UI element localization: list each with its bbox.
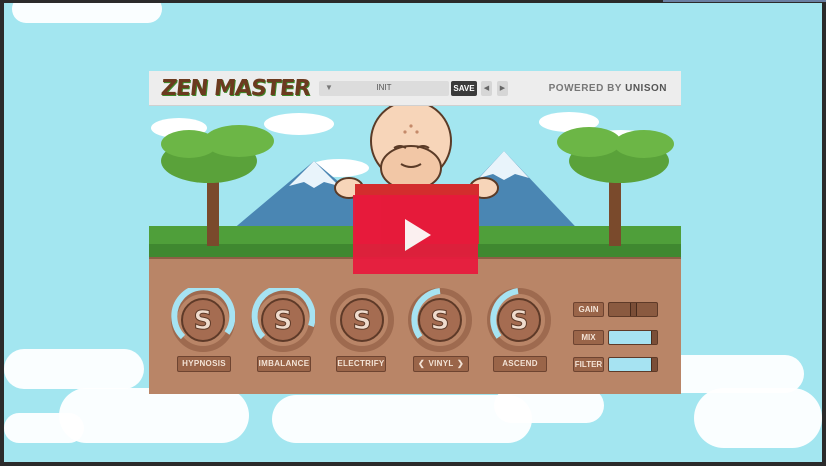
window-corner-bar [663,0,826,2]
knob-label-ascend: ASCEND [493,356,547,372]
brand-name: UNISON [625,83,667,94]
cloud [59,388,249,443]
cloud [4,349,144,389]
filter-slider-handle[interactable] [651,358,657,371]
filter-slider-fill [609,358,653,371]
filter-slider[interactable] [608,357,658,372]
mix-slider[interactable] [608,330,658,345]
plugin-header: ZEN MASTER ▼ INIT SAVE ◀ ▶ POWERED BY UN… [149,71,681,106]
powered-by-text: POWERED BY [548,83,622,94]
play-icon [405,219,431,251]
svg-text:S: S [510,306,529,336]
knob-label-imbalance: IMBALANCE [257,356,311,372]
prev-preset-icon[interactable]: ◀ [481,81,492,96]
cloud [272,395,532,443]
vinyl-selector: ❮ VINYL ❯ [413,356,469,372]
cloud [4,413,84,443]
svg-text:S: S [274,306,293,336]
cloud [12,3,162,23]
vinyl-next-icon[interactable]: ❯ [457,357,464,371]
preset-selector[interactable]: ▼ INIT [319,81,449,96]
cloud [694,388,822,448]
knob-imbalance[interactable]: S [251,284,316,352]
knob-ascend[interactable]: S [487,288,551,352]
vinyl-prev-icon[interactable]: ❮ [418,357,425,371]
svg-text:S: S [431,306,450,336]
preset-name: INIT [376,83,392,92]
knob-electrify[interactable]: S [330,288,394,352]
next-preset-icon[interactable]: ▶ [497,81,508,96]
powered-by: POWERED BY UNISON [549,83,667,94]
knob-label-hypnosis: HYPNOSIS [177,356,231,372]
knob-hypnosis[interactable]: S [171,284,236,352]
knob-vinyl[interactable]: S [408,288,472,352]
svg-text:S: S [194,306,213,336]
mix-slider-handle[interactable] [651,331,657,344]
gain-slider-handle[interactable] [630,303,637,316]
plugin-logo: ZEN MASTER [159,76,312,101]
filter-label: FILTER [573,357,604,372]
gain-slider[interactable] [608,302,658,317]
mix-label: MIX [573,330,604,345]
knob-label-vinyl: VINYL [428,359,454,368]
knob-label-electrify: ELECTRIFY [336,356,386,372]
save-button[interactable]: SAVE [451,81,477,96]
svg-text:S: S [353,306,372,336]
video-play-button[interactable] [353,195,478,274]
mix-slider-fill [609,331,653,344]
gain-label: GAIN [573,302,604,317]
